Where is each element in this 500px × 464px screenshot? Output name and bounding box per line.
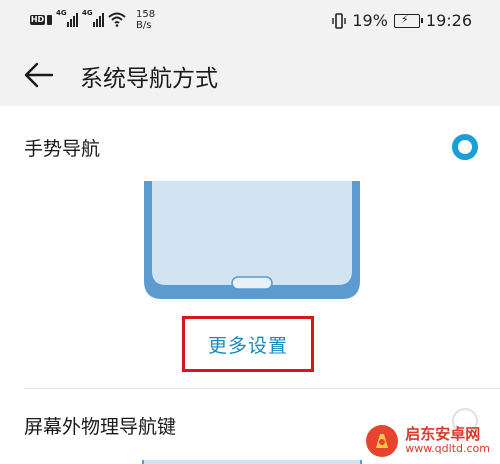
navigation-options-card: 手势导航 更多设置 屏幕外物理导航键 — [0, 106, 500, 464]
signal-icon: 4G — [56, 9, 78, 27]
watermark: 启东安卓网 www.qdltd.com — [365, 424, 490, 458]
option-title-gesture[interactable]: 手势导航 — [24, 134, 100, 161]
gesture-bar-icon — [231, 276, 273, 290]
watermark-logo-icon — [366, 425, 399, 457]
vibrate-icon — [332, 12, 347, 29]
page-title: 系统导航方式 — [80, 66, 218, 92]
option-divider — [24, 388, 500, 389]
back-arrow-icon[interactable] — [24, 62, 54, 88]
signal-icon-2: 4G — [82, 9, 104, 27]
hd-badge: HD — [30, 15, 45, 25]
battery-percent: 19% — [352, 11, 388, 30]
clock: 19:26 — [425, 11, 472, 30]
watermark-name: 启东安卓网 — [405, 425, 481, 444]
more-settings-button[interactable]: 更多设置 — [182, 316, 314, 372]
hd-sub-icon — [47, 15, 52, 25]
status-right: 19% ⚡ 19:26 — [332, 11, 472, 30]
battery-charging-icon: ⚡ — [393, 13, 423, 28]
network-type-label-2: 4G — [82, 9, 93, 17]
network-speed-value: 158 — [136, 9, 156, 20]
network-speed-unit: B/s — [136, 20, 152, 31]
physical-keys-phone-illustration — [142, 460, 362, 464]
network-speed: 158 B/s — [136, 9, 155, 31]
radio-gesture-selected[interactable] — [452, 134, 478, 160]
status-bar: HD 4G 4G 158 B/s 19% ⚡ 19:26 — [0, 0, 500, 44]
option-title-physical-keys[interactable]: 屏幕外物理导航键 — [24, 412, 176, 439]
app-header: 系统导航方式 — [0, 44, 500, 106]
status-left: HD 4G 4G 158 B/s — [30, 9, 155, 31]
wifi-icon — [108, 12, 126, 27]
gesture-phone-illustration — [144, 181, 360, 299]
watermark-url: www.qdltd.com — [405, 442, 490, 456]
network-type-label: 4G — [56, 9, 67, 17]
